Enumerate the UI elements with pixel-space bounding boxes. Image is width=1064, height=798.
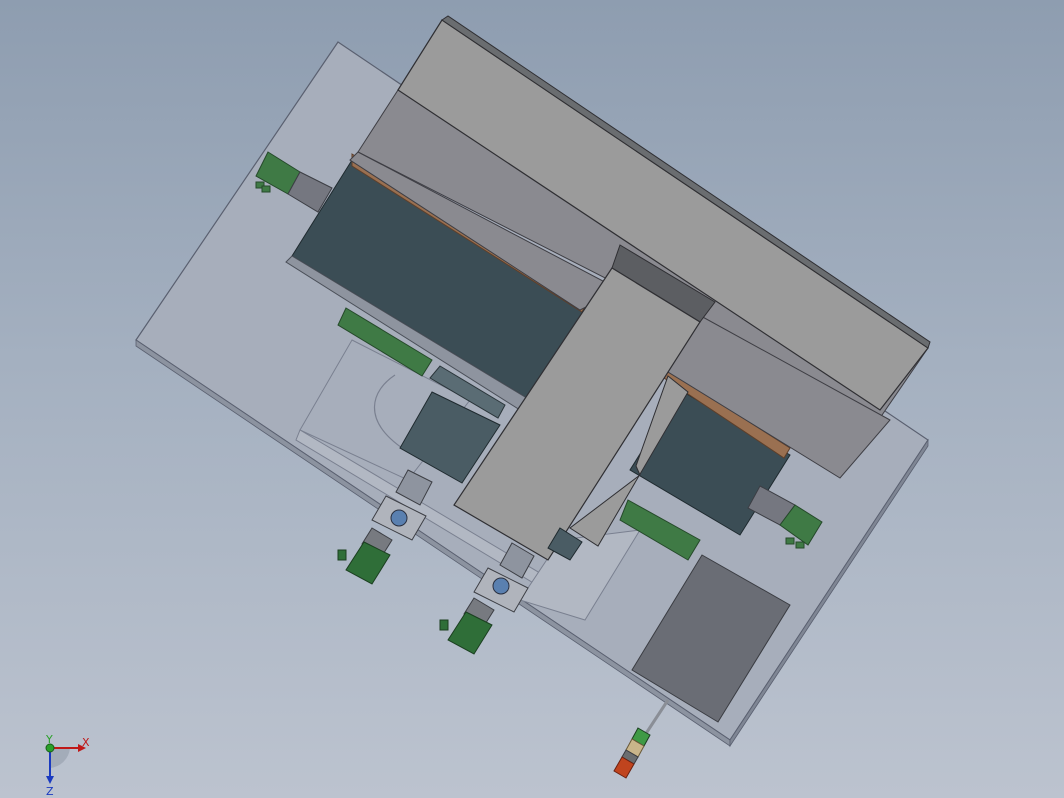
sensor-indicator[interactable] <box>613 699 670 779</box>
triad-z-label: Z <box>46 785 54 798</box>
cad-model-canvas[interactable]: X Y Z <box>0 0 1064 798</box>
triad-y-label: Y <box>45 733 53 746</box>
triad-x-label: X <box>82 736 90 749</box>
motor-shaft-icon <box>390 509 408 527</box>
motor-shaft-icon <box>492 577 510 595</box>
cad-viewport[interactable]: X Y Z <box>0 0 1064 798</box>
coordinate-triad-icon: X Y Z <box>45 733 90 798</box>
